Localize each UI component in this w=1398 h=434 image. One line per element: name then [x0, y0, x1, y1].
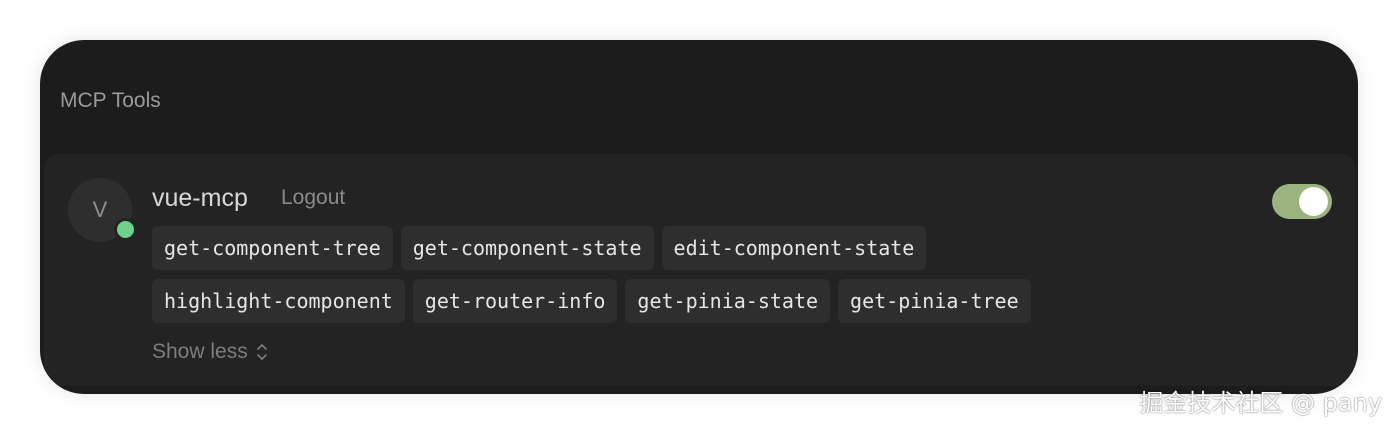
tool-tag: highlight-component: [152, 279, 405, 323]
tools-row-2: highlight-component get-router-info get-…: [152, 279, 1031, 323]
chevron-up-down-icon: [256, 343, 268, 361]
server-name: vue-mcp: [152, 184, 248, 212]
mcp-tools-panel: MCP Tools V vue-mcp Logout get-component…: [40, 40, 1358, 394]
server-card: V vue-mcp Logout get-component-tree get-…: [44, 154, 1356, 386]
tool-tag: get-component-state: [400, 226, 654, 270]
show-less-button[interactable]: Show less: [152, 339, 268, 365]
tool-tag: get-component-tree: [152, 226, 393, 270]
tool-tag: get-pinia-state: [625, 279, 831, 323]
watermark: 掘金技术社区 @ pany: [1139, 389, 1382, 417]
server-enable-toggle[interactable]: [1272, 184, 1332, 219]
tool-tag: edit-component-state: [661, 226, 927, 270]
toggle-knob: [1299, 187, 1328, 216]
panel-title: MCP Tools: [60, 89, 161, 112]
status-dot: [114, 218, 137, 241]
logout-button[interactable]: Logout: [281, 185, 345, 211]
tools-row-1: get-component-tree get-component-state e…: [152, 226, 927, 270]
avatar-letter: V: [92, 197, 108, 222]
tool-tag: get-router-info: [412, 279, 618, 323]
show-less-label: Show less: [152, 340, 248, 363]
tool-tag: get-pinia-tree: [838, 279, 1031, 323]
